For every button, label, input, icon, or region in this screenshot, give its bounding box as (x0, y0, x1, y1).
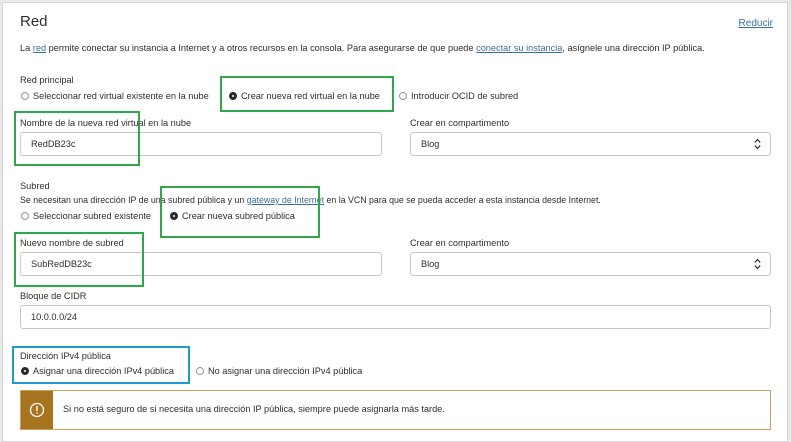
subnet-compartment-value: Blog (421, 259, 440, 269)
radio-select-existing-vcn[interactable]: Seleccionar red virtual existente en la … (21, 91, 209, 101)
cidr-input[interactable]: 10.0.0.0/24 (20, 305, 771, 329)
radio-circle-icon (21, 212, 29, 220)
intro-text-part2: permite conectar su instancia a Internet… (46, 43, 477, 53)
radio-enter-subnet-ocid[interactable]: Introducir OCID de subred (399, 91, 518, 101)
warning-message: Si no está seguro de si necesita una dir… (63, 404, 445, 414)
chevron-updown-icon (754, 258, 761, 270)
subnet-name-label: Nuevo nombre de subred (20, 238, 124, 248)
radio-label: Crear nueva red virtual en la nube (241, 91, 380, 101)
vcn-compartment-label: Crear en compartimento (410, 118, 510, 128)
subnet-compartment-label: Crear en compartimento (410, 238, 510, 248)
radio-label: Asignar una dirección IPv4 pública (33, 366, 174, 376)
radio-circle-icon (21, 92, 29, 100)
network-section-panel (2, 2, 788, 442)
radio-no-public-ipv4[interactable]: No asignar una dirección IPv4 pública (196, 366, 362, 376)
public-ip-warning-alert: Si no está seguro de si necesita una dir… (20, 390, 771, 430)
subnet-compartment-select[interactable]: Blog (410, 252, 771, 276)
public-ipv4-label: Dirección IPv4 pública (20, 351, 111, 361)
radio-select-existing-subnet[interactable]: Seleccionar subred existente (21, 211, 151, 221)
radio-label: No asignar una dirección IPv4 pública (208, 366, 363, 376)
intro-text-part1: La (20, 43, 33, 53)
warning-bar (21, 391, 53, 429)
network-doc-link[interactable]: red (33, 43, 46, 53)
vcn-name-input[interactable]: RedDB23c (20, 132, 382, 156)
chevron-updown-icon (754, 138, 761, 150)
subnet-name-input[interactable]: SubRedDB23c (20, 252, 382, 276)
subnet-help-part2: en la VCN para que se pueda acceder a es… (324, 195, 601, 205)
vcn-name-label: Nombre de la nueva red virtual en la nub… (20, 118, 192, 128)
internet-gateway-link[interactable]: gateway de Internet (247, 195, 324, 205)
radio-create-new-vcn[interactable]: Crear nueva red virtual en la nube (229, 91, 380, 101)
section-title: Red (20, 13, 48, 30)
warning-circle-icon (29, 402, 45, 418)
subnet-help-part1: Se necesitan una dirección IP de una sub… (20, 195, 247, 205)
radio-label: Introducir OCID de subred (411, 91, 519, 101)
radio-selected-icon (170, 212, 178, 220)
radio-create-new-public-subnet[interactable]: Crear nueva subred pública (170, 211, 295, 221)
connect-instance-link[interactable]: conectar su instancia (476, 43, 562, 53)
radio-label: Seleccionar subred existente (33, 211, 151, 221)
primary-network-label: Red principal (20, 75, 74, 85)
radio-selected-icon (21, 367, 29, 375)
subnet-help-text: Se necesitan una dirección IP de una sub… (20, 195, 601, 205)
radio-assign-public-ipv4[interactable]: Asignar una dirección IPv4 pública (21, 366, 174, 376)
radio-selected-icon (229, 92, 237, 100)
radio-circle-icon (196, 367, 204, 375)
vcn-compartment-value: Blog (421, 139, 440, 149)
intro-text-part3: , asígnele una dirección IP pública. (562, 43, 705, 53)
radio-circle-icon (399, 92, 407, 100)
vcn-compartment-select[interactable]: Blog (410, 132, 771, 156)
intro-text: La red permite conectar su instancia a I… (20, 43, 705, 53)
subnet-label: Subred (20, 181, 50, 191)
radio-label: Seleccionar red virtual existente en la … (33, 91, 209, 101)
radio-label: Crear nueva subred pública (182, 211, 295, 221)
cidr-label: Bloque de CIDR (20, 291, 87, 301)
collapse-link[interactable]: Reducir (739, 18, 773, 29)
